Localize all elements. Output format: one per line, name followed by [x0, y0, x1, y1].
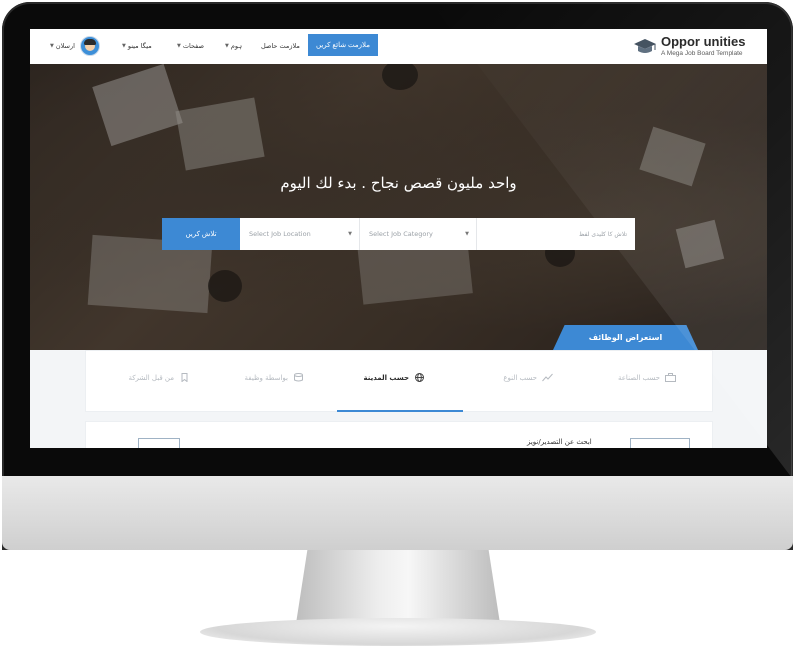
- tab-label: من قبل الشركة: [128, 373, 174, 382]
- monitor-chin: [2, 476, 793, 550]
- tab-by-company[interactable]: من قبل الشركة: [128, 373, 190, 382]
- chevron-down-icon: ▼: [177, 43, 181, 49]
- chevron-down-icon: ▼: [50, 43, 54, 49]
- menu-item-pages[interactable]: ▼ صفحات: [177, 42, 204, 50]
- browse-jobs-tab[interactable]: استعراض الوظائف: [553, 325, 698, 350]
- chart-line-icon: [542, 373, 553, 382]
- tab-by-job[interactable]: بواسطة وظيفة: [245, 373, 304, 382]
- active-tab-indicator: [337, 410, 463, 412]
- tab-label: حسب الصناعة: [618, 373, 660, 382]
- monitor-stand-foot: [200, 618, 596, 646]
- user-name: ارسلان: [55, 42, 75, 50]
- briefcase-icon: [665, 373, 676, 382]
- logo-title: Oppor unities: [661, 34, 746, 49]
- user-menu[interactable]: ▼ ارسلان: [50, 42, 75, 50]
- chevron-down-icon: ▼: [465, 231, 469, 237]
- category-select[interactable]: Select Job Category ▼: [359, 218, 477, 250]
- hero-title: واحد مليون قصص نجاح . بدء لك اليوم: [280, 174, 517, 192]
- menu-item-label: ملازمت حاصل: [261, 42, 300, 50]
- tab-label: حسب النوع: [503, 373, 537, 382]
- tab-label: بواسطة وظيفة: [244, 373, 288, 382]
- job-search-bar: تلاش کریں Select Job Location ▼ Select J…: [162, 218, 635, 250]
- keyword-placeholder: تلاش کا کلیدی لفظ: [578, 230, 627, 238]
- database-icon: [294, 373, 303, 382]
- graduation-cap-icon: [634, 39, 656, 53]
- monitor: Oppor unities A Mega Job Board Template …: [0, 0, 797, 669]
- top-navbar: Oppor unities A Mega Job Board Template …: [30, 29, 767, 65]
- site-logo[interactable]: Oppor unities A Mega Job Board Template: [633, 34, 755, 60]
- search-button[interactable]: تلاش کریں: [162, 218, 240, 250]
- chevron-down-icon: ▼: [122, 43, 126, 49]
- chevron-down-icon: ▼: [348, 231, 352, 237]
- menu-item-mega-menu[interactable]: ▼ میگا مینو: [122, 42, 152, 50]
- location-select-value: Select Job Location: [249, 230, 311, 238]
- avatar[interactable]: [80, 36, 100, 56]
- bookmark-icon: [181, 373, 188, 382]
- globe-icon: [415, 373, 424, 382]
- browse-category-tabs: حسب الصناعة حسب النوع حسب المدينة بواسطة…: [85, 350, 713, 412]
- tab-by-type[interactable]: حسب النوع: [503, 373, 553, 382]
- card-button-left[interactable]: [138, 438, 180, 448]
- card-heading: ابحث عن التصدير/نويز: [527, 438, 592, 446]
- menu-item-label: صفحات: [182, 42, 204, 50]
- tab-by-city[interactable]: حسب المدينة: [363, 373, 425, 382]
- chevron-down-icon: ▼: [225, 43, 229, 49]
- menu-item-get-job[interactable]: ملازمت حاصل: [261, 42, 300, 50]
- keyword-input[interactable]: تلاش کا کلیدی لفظ: [477, 218, 635, 250]
- post-job-button[interactable]: ملازمت شائع کریں: [308, 34, 378, 56]
- tab-label: حسب المدينة: [363, 373, 409, 382]
- logo-subtitle: A Mega Job Board Template: [661, 50, 743, 57]
- category-select-value: Select Job Category: [369, 230, 433, 238]
- menu-item-label: ہوم: [230, 42, 243, 50]
- tab-by-industry[interactable]: حسب الصناعة: [618, 373, 676, 382]
- card-button-right[interactable]: [630, 438, 690, 448]
- featured-section-card: ابحث عن التصدير/نويز: [85, 421, 713, 448]
- website-screen: Oppor unities A Mega Job Board Template …: [30, 29, 767, 448]
- location-select[interactable]: Select Job Location ▼: [240, 218, 359, 250]
- hero-banner: واحد مليون قصص نجاح . بدء لك اليوم تلاش …: [30, 64, 767, 350]
- menu-item-home[interactable]: ▼ ہوم: [225, 42, 242, 50]
- menu-item-label: میگا مینو: [127, 42, 152, 50]
